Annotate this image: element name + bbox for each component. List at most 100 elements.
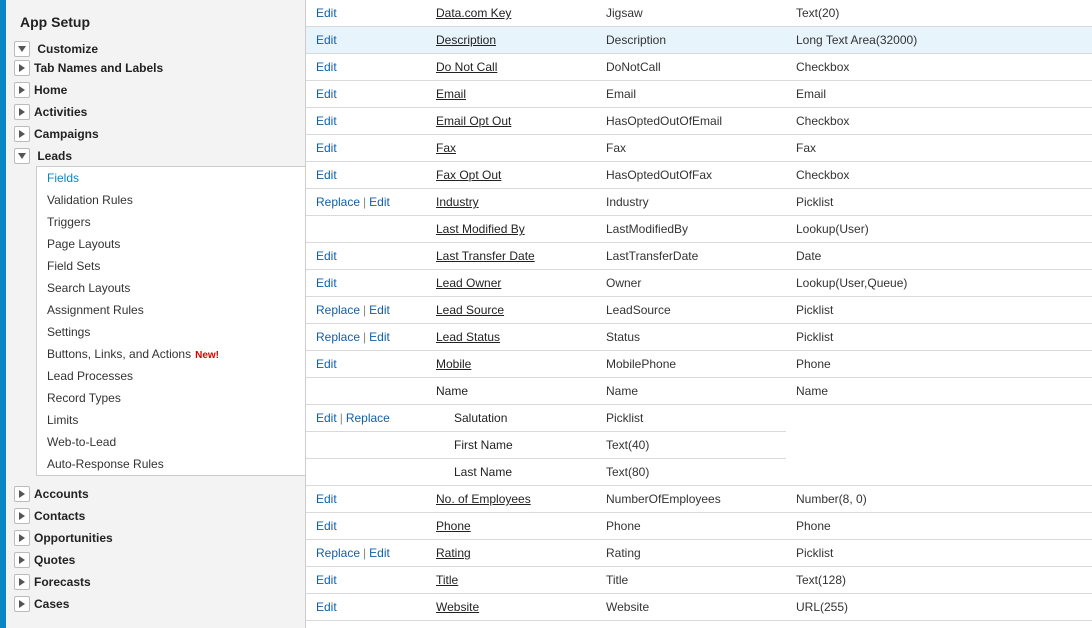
leads-sub-item[interactable]: Web-to-Lead: [37, 431, 305, 453]
edit-link[interactable]: Edit: [316, 519, 337, 533]
label-cell: Email Opt Out: [426, 108, 596, 135]
field-label-link[interactable]: No. of Employees: [436, 492, 531, 506]
label-cell: Last Modified By: [426, 216, 596, 243]
nav-item[interactable]: Campaigns: [34, 127, 99, 141]
replace-link[interactable]: Replace: [316, 546, 360, 560]
leads-sub-item[interactable]: Settings: [37, 321, 305, 343]
leads-sub-item[interactable]: Field Sets: [37, 255, 305, 277]
edit-link[interactable]: Edit: [316, 600, 337, 614]
field-label-link[interactable]: Lead Status: [436, 330, 500, 344]
separator: |: [340, 411, 343, 425]
field-label-link[interactable]: Data.com Key: [436, 6, 511, 20]
field-label-link[interactable]: Email Opt Out: [436, 114, 511, 128]
nav-item[interactable]: Contacts: [34, 509, 85, 523]
replace-link[interactable]: Replace: [346, 411, 390, 425]
expand-icon[interactable]: [14, 60, 30, 76]
label-cell: Last Transfer Date: [426, 243, 596, 270]
edit-link[interactable]: Edit: [316, 492, 337, 506]
edit-link[interactable]: Edit: [369, 546, 390, 560]
field-label-link[interactable]: Industry: [436, 195, 479, 209]
field-label-link[interactable]: Fax: [436, 141, 456, 155]
nav-item[interactable]: Activities: [34, 105, 87, 119]
field-row: EditDescriptionDescriptionLong Text Area…: [306, 27, 1092, 54]
leads-sub-item[interactable]: Lead Processes: [37, 365, 305, 387]
field-label-link[interactable]: Fax Opt Out: [436, 168, 501, 182]
leads-sub-item[interactable]: Validation Rules: [37, 189, 305, 211]
nav-item[interactable]: Home: [34, 83, 67, 97]
nav-item[interactable]: Accounts: [34, 487, 89, 501]
expand-icon[interactable]: [14, 552, 30, 568]
type-cell: URL(255): [786, 594, 1092, 621]
edit-link[interactable]: Edit: [316, 33, 337, 47]
expand-icon[interactable]: [14, 126, 30, 142]
leads-sub-item[interactable]: Record Types: [37, 387, 305, 409]
main-content: EditData.com KeyJigsawText(20)EditDescri…: [306, 0, 1092, 628]
replace-link[interactable]: Replace: [316, 330, 360, 344]
field-row: EditEmailEmailEmail: [306, 81, 1092, 108]
edit-link[interactable]: Edit: [316, 60, 337, 74]
edit-link[interactable]: Edit: [316, 411, 337, 425]
type-cell: Long Text Area(32000): [786, 27, 1092, 54]
expand-icon[interactable]: [14, 574, 30, 590]
nav-leads[interactable]: Leads: [37, 149, 72, 163]
replace-link[interactable]: Replace: [316, 303, 360, 317]
field-label-link[interactable]: Lead Owner: [436, 276, 501, 290]
field-label-link[interactable]: Title: [436, 573, 458, 587]
expand-icon[interactable]: [14, 148, 30, 164]
edit-link[interactable]: Edit: [316, 168, 337, 182]
field-label-link[interactable]: Last Transfer Date: [436, 249, 535, 263]
edit-link[interactable]: Edit: [316, 141, 337, 155]
leads-sub-item[interactable]: Limits: [37, 409, 305, 431]
label-cell: Email: [426, 81, 596, 108]
nav-item[interactable]: Quotes: [34, 553, 75, 567]
api-name-cell: Email: [596, 81, 786, 108]
action-cell: Edit: [306, 162, 426, 189]
field-label-link[interactable]: Rating: [436, 546, 471, 560]
nav-customize[interactable]: Customize: [37, 42, 98, 56]
edit-link[interactable]: Edit: [316, 87, 337, 101]
edit-link[interactable]: Edit: [316, 6, 337, 20]
field-label-link[interactable]: Website: [436, 600, 479, 614]
expand-icon[interactable]: [14, 41, 30, 57]
expand-icon[interactable]: [14, 596, 30, 612]
expand-icon[interactable]: [14, 508, 30, 524]
edit-link[interactable]: Edit: [369, 330, 390, 344]
leads-sub-item[interactable]: Triggers: [37, 211, 305, 233]
field-label-link[interactable]: Email: [436, 87, 466, 101]
replace-link[interactable]: Replace: [316, 195, 360, 209]
field-label-link[interactable]: Last Modified By: [436, 222, 525, 236]
edit-link[interactable]: Edit: [316, 357, 337, 371]
field-label-link[interactable]: Phone: [436, 519, 471, 533]
type-cell: Date: [786, 243, 1092, 270]
label-cell: Lead Status: [426, 324, 596, 351]
field-label-link[interactable]: Do Not Call: [436, 60, 497, 74]
edit-link[interactable]: Edit: [316, 114, 337, 128]
expand-icon[interactable]: [14, 530, 30, 546]
edit-link[interactable]: Edit: [369, 303, 390, 317]
leads-sub-item[interactable]: Fields: [37, 167, 305, 189]
expand-icon[interactable]: [14, 104, 30, 120]
nav-item[interactable]: Cases: [34, 597, 69, 611]
api-name-cell: Website: [596, 594, 786, 621]
edit-link[interactable]: Edit: [316, 249, 337, 263]
field-label-link[interactable]: Mobile: [436, 357, 471, 371]
nav-item[interactable]: Tab Names and Labels: [34, 61, 163, 75]
api-name-cell: Rating: [596, 540, 786, 567]
edit-link[interactable]: Edit: [316, 573, 337, 587]
api-name-cell: Title: [596, 567, 786, 594]
leads-sub-item[interactable]: Auto-Response Rules: [37, 453, 305, 475]
app-root: App Setup Customize Tab Names and Labels…: [0, 0, 1092, 628]
leads-sub-item[interactable]: Search Layouts: [37, 277, 305, 299]
leads-sub-item[interactable]: Page Layouts: [37, 233, 305, 255]
label-cell: Last Name: [426, 459, 596, 486]
leads-sub-item[interactable]: Assignment Rules: [37, 299, 305, 321]
leads-sub-item[interactable]: Buttons, Links, and ActionsNew!: [37, 343, 305, 365]
expand-icon[interactable]: [14, 486, 30, 502]
edit-link[interactable]: Edit: [316, 276, 337, 290]
nav-item[interactable]: Opportunities: [34, 531, 113, 545]
field-label-link[interactable]: Description: [436, 33, 496, 47]
nav-item[interactable]: Forecasts: [34, 575, 91, 589]
edit-link[interactable]: Edit: [369, 195, 390, 209]
field-label-link[interactable]: Lead Source: [436, 303, 504, 317]
expand-icon[interactable]: [14, 82, 30, 98]
